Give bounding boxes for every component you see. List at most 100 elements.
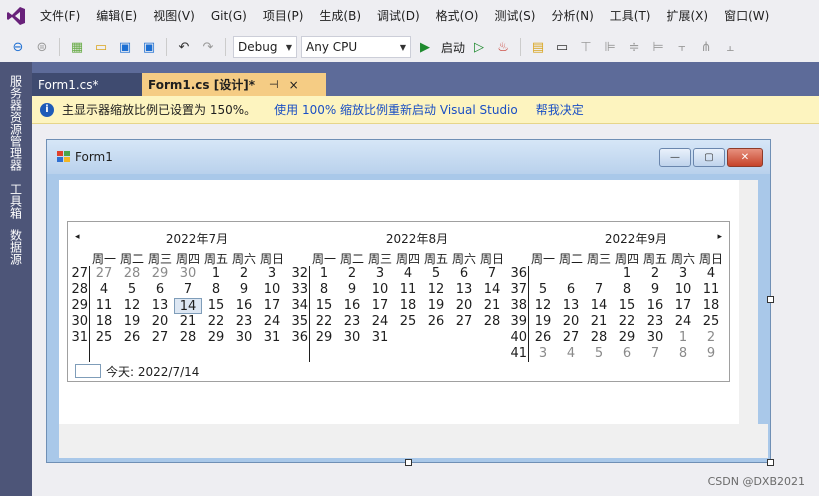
calendar-day[interactable]: 14 (478, 282, 506, 298)
help-me-decide-link[interactable]: 帮我决定 (536, 101, 584, 118)
calendar-day[interactable]: 30 (230, 330, 258, 346)
calendar-day[interactable]: 4 (557, 346, 585, 362)
calendar-day[interactable]: 28 (585, 330, 613, 346)
calendar-day[interactable]: 13 (450, 282, 478, 298)
month-calendar[interactable]: ◂ ▸ 2022年7月 周一 周二 周三 周四 周五 周六 周日 27 28 29 30 31 27 28 2… (67, 221, 730, 382)
data-sources-tab[interactable]: 数据源 (0, 226, 32, 268)
calendar-day[interactable]: 24 (366, 314, 394, 330)
calendar-day[interactable]: 1 (202, 266, 230, 282)
menu-item[interactable]: 格式(O) (428, 0, 487, 32)
calendar-day[interactable]: 10 (366, 282, 394, 298)
month-title[interactable]: 2022年9月 (527, 230, 745, 247)
calendar-day[interactable]: 18 (697, 298, 725, 314)
calendar-day[interactable]: 15 (310, 298, 338, 314)
back-icon[interactable]: ⊖ (8, 37, 28, 57)
calendar-day[interactable]: 26 (529, 330, 557, 346)
resize-handle[interactable] (767, 459, 774, 466)
calendar-day[interactable]: 7 (478, 266, 506, 282)
align-middle-icon[interactable]: ⋔ (696, 37, 716, 57)
undo-icon[interactable]: ↶ (174, 37, 194, 57)
calendar-day[interactable]: 17 (366, 298, 394, 314)
menu-item[interactable]: 分析(N) (543, 0, 601, 32)
calendar-day[interactable]: 10 (258, 282, 286, 298)
calendar-day[interactable]: 3 (529, 346, 557, 362)
pin-icon[interactable]: ⊣ (269, 78, 279, 91)
start-without-debug-icon[interactable]: ▷ (469, 37, 489, 57)
menu-item[interactable]: 项目(P) (255, 0, 312, 32)
align-center-icon[interactable]: ≑ (624, 37, 644, 57)
calendar-day[interactable]: 29 (613, 330, 641, 346)
calendar-day[interactable]: 9 (230, 282, 258, 298)
calendar-day[interactable]: 4 (90, 282, 118, 298)
minimize-icon[interactable]: — (659, 148, 691, 167)
calendar-day[interactable]: 12 (529, 298, 557, 314)
resize-handle[interactable] (767, 296, 774, 303)
calendar-day[interactable]: 7 (641, 346, 669, 362)
calendar-day[interactable]: 11 (90, 298, 118, 314)
calendar-day[interactable]: 30 (338, 330, 366, 346)
prev-month-icon[interactable]: ◂ (75, 232, 80, 242)
calendar-day[interactable]: 29 (146, 266, 174, 282)
calendar-day[interactable]: 11 (697, 282, 725, 298)
calendar-day[interactable]: 24 (669, 314, 697, 330)
calendar-day[interactable]: 6 (146, 282, 174, 298)
calendar-day[interactable]: 15 (202, 298, 230, 314)
new-project-icon[interactable]: ▦ (67, 37, 87, 57)
hot-reload-icon[interactable]: ♨ (493, 37, 513, 57)
tab-form1-cs[interactable]: Form1.cs* (32, 73, 142, 96)
save-icon[interactable]: ▣ (115, 37, 135, 57)
calendar-day[interactable]: 16 (230, 298, 258, 314)
calendar-day[interactable]: 25 (394, 314, 422, 330)
menu-item[interactable]: 文件(F) (32, 0, 88, 32)
calendar-day[interactable]: 19 (422, 298, 450, 314)
align-left-icon[interactable]: ⊫ (600, 37, 620, 57)
calendar-day[interactable]: 27 (557, 330, 585, 346)
solution-platform-select[interactable]: Any CPU ▼ (301, 36, 411, 58)
calendar-day[interactable]: 2 (230, 266, 258, 282)
align-bottom-icon[interactable]: ⫠ (720, 37, 740, 57)
calendar-day[interactable]: 19 (529, 314, 557, 330)
calendar-day[interactable]: 4 (697, 266, 725, 282)
calendar-day[interactable]: 29 (202, 330, 230, 346)
calendar-day[interactable]: 1 (310, 266, 338, 282)
calendar-day[interactable]: 27 (90, 266, 118, 282)
menu-item[interactable]: 扩展(X) (658, 0, 716, 32)
calendar-day[interactable]: 26 (118, 330, 146, 346)
server-explorer-tab[interactable]: 服务器资源管理器 (0, 68, 32, 178)
calendar-day[interactable]: 3 (258, 266, 286, 282)
start-button-label[interactable]: 启动 (441, 39, 465, 56)
calendar-day[interactable]: 26 (422, 314, 450, 330)
calendar-day[interactable]: 20 (450, 298, 478, 314)
start-icon[interactable]: ▶ (415, 37, 435, 57)
calendar-day[interactable]: 6 (450, 266, 478, 282)
calendar-day[interactable]: 22 (310, 314, 338, 330)
forward-icon[interactable]: ⊜ (32, 37, 52, 57)
calendar-day[interactable]: 29 (310, 330, 338, 346)
toolbox-tab[interactable]: 工具箱 (0, 180, 32, 222)
save-all-icon[interactable]: ▣ (139, 37, 159, 57)
calendar-day[interactable]: 14 (585, 298, 613, 314)
menu-item[interactable]: 窗口(W) (716, 0, 777, 32)
align-right-icon[interactable]: ⊨ (648, 37, 668, 57)
calendar-day[interactable]: 21 (585, 314, 613, 330)
month-title[interactable]: 2022年8月 (308, 230, 526, 247)
calendar-day[interactable]: 18 (90, 314, 118, 330)
calendar-day[interactable]: 8 (310, 282, 338, 298)
calendar-day[interactable]: 11 (394, 282, 422, 298)
folder-icon[interactable]: ▤ (528, 37, 548, 57)
solution-configuration-select[interactable]: Debug ▼ (233, 36, 297, 58)
calendar-day[interactable]: 17 (258, 298, 286, 314)
calendar-day[interactable]: 9 (338, 282, 366, 298)
calendar-day[interactable]: 13 (557, 298, 585, 314)
calendar-day[interactable]: 16 (338, 298, 366, 314)
calendar-day[interactable]: 27 (146, 330, 174, 346)
menu-item[interactable]: Git(G) (203, 0, 255, 32)
calendar-day[interactable]: 24 (258, 314, 286, 330)
calendar-day[interactable]: 2 (697, 330, 725, 346)
calendar-day[interactable]: 8 (202, 282, 230, 298)
align-top-icon[interactable]: ⫟ (672, 37, 692, 57)
calendar-day[interactable]: 19 (118, 314, 146, 330)
calendar-day[interactable]: 23 (338, 314, 366, 330)
calendar-day[interactable]: 22 (202, 314, 230, 330)
calendar-day[interactable]: 28 (174, 330, 202, 346)
